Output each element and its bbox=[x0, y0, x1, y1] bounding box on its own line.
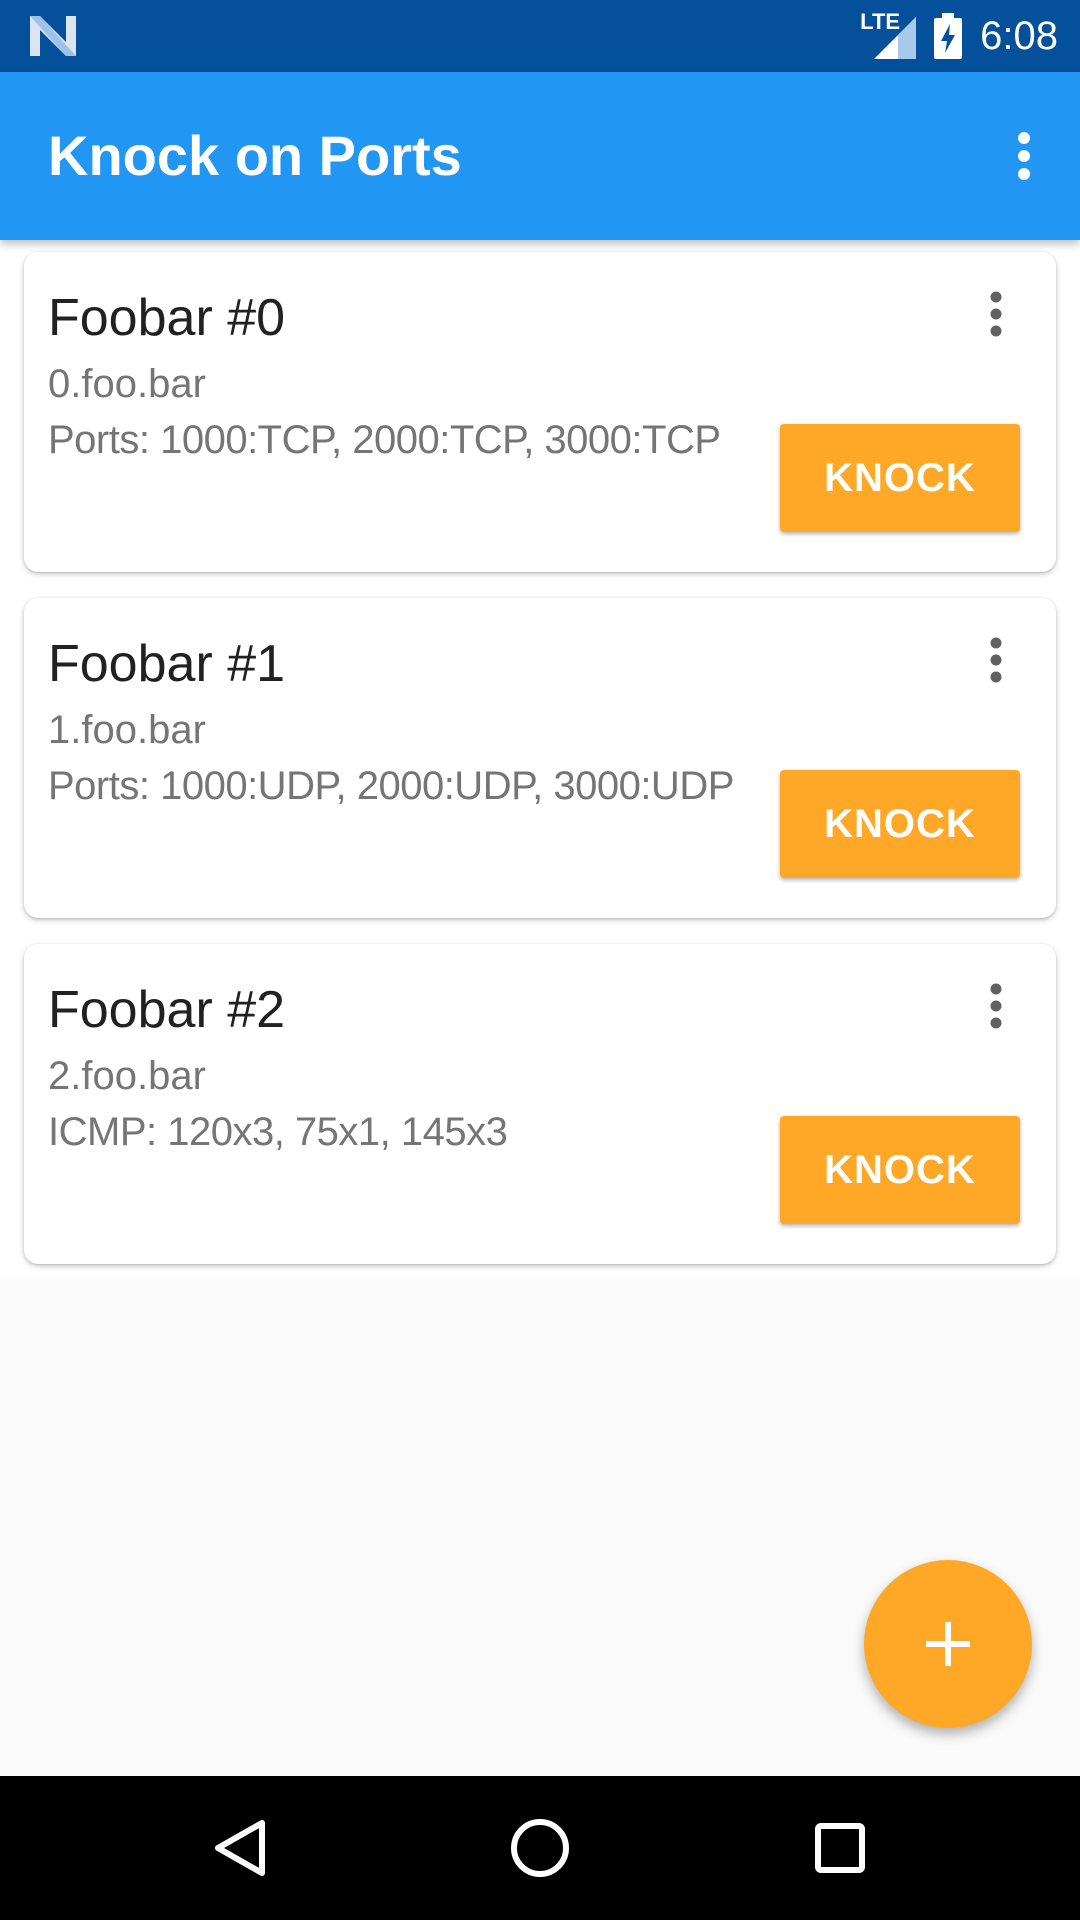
card-ports: ICMP: 120x3, 75x1, 145x3 bbox=[48, 1110, 508, 1154]
knock-button[interactable]: KNOCK bbox=[780, 424, 1020, 532]
card-menu-button[interactable] bbox=[976, 628, 1016, 692]
card-title: Foobar #0 bbox=[48, 289, 286, 347]
n-logo-icon bbox=[30, 16, 76, 56]
card-title: Foobar #1 bbox=[48, 635, 286, 693]
card-host: 0.foo.bar bbox=[48, 362, 206, 406]
knock-button[interactable]: KNOCK bbox=[780, 1116, 1020, 1224]
lte-signal-icon: LTE bbox=[860, 9, 917, 59]
back-button[interactable] bbox=[168, 1776, 312, 1920]
more-vert-icon bbox=[1018, 132, 1030, 180]
recents-square-icon bbox=[815, 1823, 865, 1873]
app-title: Knock on Ports bbox=[48, 124, 462, 187]
card-host: 1.foo.bar bbox=[48, 708, 206, 752]
status-bar: LTE 6:08 bbox=[0, 0, 1080, 72]
add-button[interactable] bbox=[864, 1560, 1032, 1728]
app-bar: Knock on Ports bbox=[0, 72, 1080, 240]
list-item[interactable]: Foobar #1 1.foo.bar Ports: 1000:UDP, 200… bbox=[24, 598, 1056, 918]
navigation-bar bbox=[0, 1776, 1080, 1920]
plus-icon bbox=[926, 1622, 970, 1666]
card-ports: Ports: 1000:TCP, 2000:TCP, 3000:TCP bbox=[48, 418, 721, 462]
more-vert-icon bbox=[990, 291, 1002, 337]
more-vert-icon bbox=[990, 637, 1002, 683]
screen: LTE 6:08 Knock on Ports Foobar #0 0.foo.… bbox=[0, 0, 1080, 1920]
card-host: 2.foo.bar bbox=[48, 1054, 206, 1098]
back-triangle-icon bbox=[215, 1820, 265, 1876]
port-profile-list: Foobar #0 0.foo.bar Ports: 1000:TCP, 200… bbox=[0, 240, 1080, 1278]
status-icons: LTE 6:08 bbox=[860, 0, 1058, 72]
recents-button[interactable] bbox=[768, 1776, 912, 1920]
list-item[interactable]: Foobar #0 0.foo.bar Ports: 1000:TCP, 200… bbox=[24, 252, 1056, 572]
battery-charging-icon bbox=[934, 13, 963, 59]
list-item[interactable]: Foobar #2 2.foo.bar ICMP: 120x3, 75x1, 1… bbox=[24, 944, 1056, 1264]
knock-button[interactable]: KNOCK bbox=[780, 770, 1020, 878]
more-vert-icon bbox=[990, 983, 1002, 1029]
status-time: 6:08 bbox=[980, 13, 1058, 58]
home-button[interactable] bbox=[468, 1776, 612, 1920]
home-circle-icon bbox=[511, 1819, 569, 1877]
card-menu-button[interactable] bbox=[976, 282, 1016, 346]
card-title: Foobar #2 bbox=[48, 981, 286, 1039]
card-menu-button[interactable] bbox=[976, 974, 1016, 1038]
overflow-menu-button[interactable] bbox=[1000, 120, 1048, 192]
card-ports: Ports: 1000:UDP, 2000:UDP, 3000:UDP bbox=[48, 764, 734, 808]
